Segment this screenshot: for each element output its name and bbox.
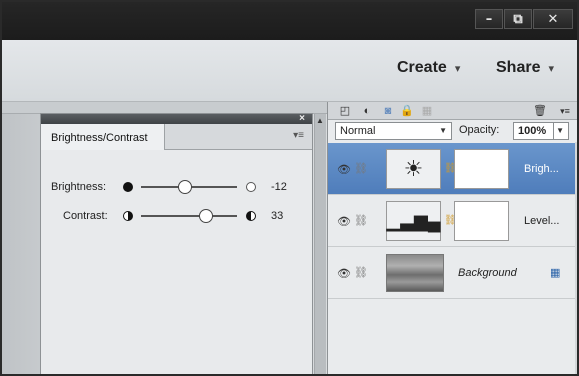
dark-circle-icon [123,182,133,192]
title-bar: – ⧉ ✕ [2,2,577,40]
contrast-slider-track[interactable] [141,215,237,217]
layer-row-brightness[interactable]: 👁 ⛓ ☀ ⛓ Brigh... [328,143,577,195]
layers-menu-icon[interactable]: ▾≡ [558,104,572,118]
visibility-eye-icon[interactable]: 👁 [337,267,351,280]
brightness-value[interactable]: -12 [271,181,287,193]
layer-mask-thumbnail[interactable] [454,149,509,189]
opacity-label: Opacity: [459,124,500,136]
brightness-label: Brightness: [51,181,107,193]
layer-row-levels[interactable]: 👁 ⛓ ▁▃▆▄ ⛓ Level... [328,195,577,247]
layers-toolbar: ◰ ◐ ◙ 🔒 ▦ 🗑 ▾≡ [328,102,577,120]
brightness-slider-knob[interactable] [178,180,192,194]
levels-histogram-icon: ▁▃▆▄ [386,201,441,241]
layer-mask-thumbnail[interactable] [454,201,509,241]
lock-transparency-icon[interactable]: ▦ [420,104,434,118]
contrast-slider-knob[interactable] [199,209,213,223]
panel-title-bar[interactable]: × [41,113,312,124]
panel-menu-icon[interactable]: ▾≡ [293,130,304,141]
vertical-scrollbar[interactable] [314,114,326,374]
field-divider [553,123,554,139]
locked-layer-icon: ▦ [550,267,561,279]
blend-mode-value: Normal [340,125,376,137]
app-window: – ⧉ ✕ Create ▾ Share ▾ ▲ × Brightness/Co… [0,0,579,376]
panel-tab-row: Brightness/Contrast ▾≡ [41,124,312,150]
visibility-eye-icon[interactable]: 👁 [337,215,351,228]
opacity-value: 100% [518,125,547,137]
chevron-down-icon: ▼ [439,126,447,135]
contrast-label: Contrast: [63,210,108,222]
mask-icon[interactable]: ◙ [381,104,395,118]
layers-scrollbar[interactable] [575,142,577,374]
link-icon[interactable]: ⛓ [354,162,368,175]
create-label: Create [397,59,447,76]
layer-row-background[interactable]: 👁 ⛓ Background ▦ [328,247,577,299]
layer-name[interactable]: Level... [524,215,559,227]
chevron-down-icon: ▼ [556,126,564,135]
adjustment-panel: × Brightness/Contrast ▾≡ Brightness: -12… [40,113,313,374]
share-label: Share [496,59,541,76]
lock-icon[interactable]: 🔒 [400,104,414,118]
share-button[interactable]: Share ▾ [496,59,554,77]
window-controls: – ⧉ ✕ [475,9,573,29]
scroll-up-icon[interactable]: ▲ [314,116,326,126]
adjustment-layer-icon[interactable]: ◐ [360,104,374,118]
layer-name[interactable]: Brigh... [524,163,559,175]
link-icon[interactable]: ⛓ [354,214,368,227]
panel-close-icon[interactable]: × [299,113,305,124]
visibility-eye-icon[interactable]: 👁 [337,163,351,176]
blend-mode-select[interactable]: Normal ▼ [335,122,452,140]
brightness-adjustment-icon: ☀ [386,149,441,189]
contrast-value[interactable]: 33 [271,210,283,222]
layer-name[interactable]: Background [458,267,517,279]
minimize-button[interactable]: – [475,9,503,29]
create-button[interactable]: Create ▾ [397,59,460,77]
trash-icon[interactable]: 🗑 [533,104,547,118]
high-contrast-icon [246,211,256,221]
light-circle-icon [246,182,256,192]
chevron-down-icon: ▾ [454,62,461,75]
chevron-down-icon: ▾ [548,62,554,75]
close-button[interactable]: ✕ [533,9,573,29]
link-icon[interactable]: ⛓ [354,266,368,279]
opacity-field[interactable]: 100% ▼ [513,122,569,140]
low-contrast-icon [123,211,133,221]
new-layer-icon[interactable]: ◰ [338,104,352,118]
action-bar: Create ▾ Share ▾ [2,40,577,102]
tab-brightness-contrast[interactable]: Brightness/Contrast [41,124,165,150]
layers-panel: ◰ ◐ ◙ 🔒 ▦ 🗑 ▾≡ Normal ▼ Opacity: 100% ▼ … [327,102,577,374]
restore-button[interactable]: ⧉ [504,9,532,29]
background-thumbnail [386,254,444,292]
